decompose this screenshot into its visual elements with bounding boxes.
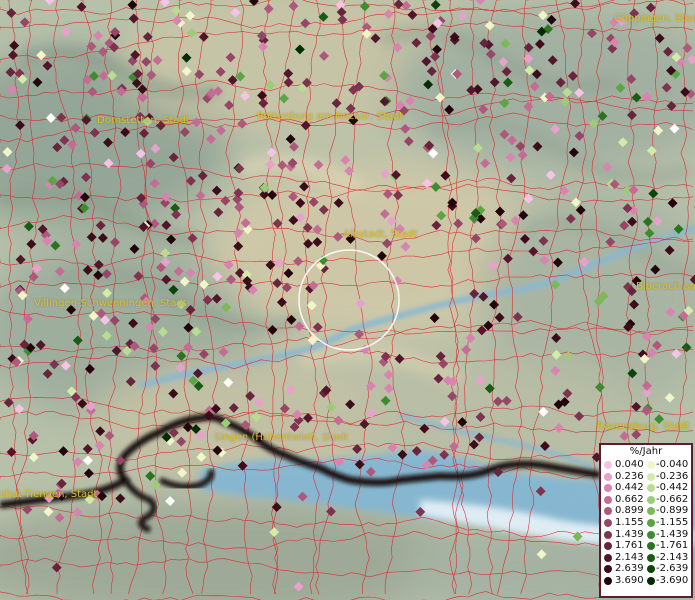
legend-swatch-positive (604, 472, 612, 481)
legend-value-positive: 0.040 (615, 459, 644, 470)
legend-value-positive: 0.442 (615, 482, 644, 494)
legend-value-positive: 0.236 (615, 470, 644, 482)
legend-value-positive: 2.143 (615, 551, 644, 563)
legend-swatch-positive (604, 495, 612, 504)
city-label-biberach[interactable]: Biberach an (636, 281, 695, 292)
legend-value-negative: -2.639 (656, 563, 689, 575)
legend-row: 0.040 -0.040 (601, 459, 691, 471)
legend-value-positive: 0.899 (615, 505, 644, 517)
city-label-rottenburg[interactable]: Rottenburg am Neckar, Stadt (257, 111, 403, 122)
legend-row: 2.143 -2.143 (601, 552, 691, 564)
legend-title: %/Jahr (629, 446, 663, 457)
city-label-goeppingen[interactable]: Göppingen, Stadt (614, 13, 695, 24)
legend-row: 0.236 -0.236 (601, 471, 691, 483)
legend-row: 0.442 -0.442 (601, 482, 691, 494)
legend-swatch-positive (604, 507, 612, 516)
legend-swatch-negative (647, 519, 655, 527)
legend-value-negative: -0.236 (656, 470, 689, 482)
legend-value-positive: 1.155 (615, 517, 644, 528)
legend-swatch-positive (604, 553, 612, 562)
legend-swatch-negative (647, 507, 655, 516)
legend-swatch-positive (604, 565, 612, 574)
legend-swatch-negative (647, 495, 655, 504)
legend-swatch-negative (647, 553, 655, 562)
legend-value-negative: -0.662 (656, 493, 689, 505)
city-label-singen[interactable]: Singen (Hohentwiel), Stadt (214, 432, 349, 443)
legend-value-positive: 2.639 (615, 563, 644, 575)
legend-value-positive: 1.761 (615, 540, 644, 552)
city-label-albstadt[interactable]: Albstadt, Stadt (343, 229, 418, 240)
legend-swatch-negative (647, 577, 655, 585)
legend-swatch-positive (604, 542, 612, 551)
legend-swatch-negative (647, 530, 655, 539)
legend-value-negative: -3.690 (656, 575, 689, 586)
legend-swatch-negative (647, 565, 655, 574)
legend-swatch-positive (604, 461, 612, 469)
legend-row: 1.155 -1.155 (601, 517, 691, 529)
legend-value-negative: -1.439 (656, 528, 689, 540)
legend: %/Jahr 0.040 -0.040 0.236 -0.236 0.442 -0.442… (599, 443, 693, 598)
legend-swatch-negative (647, 461, 655, 469)
legend-swatch-negative (647, 472, 655, 481)
city-label-villingen[interactable]: Villingen-Schwenningen, Stadt (34, 298, 187, 309)
legend-value-negative: -0.899 (656, 505, 689, 517)
legend-value-negative: -1.155 (656, 517, 689, 528)
legend-swatch-negative (647, 542, 655, 551)
legend-value-positive: 3.690 (615, 575, 644, 586)
city-label-dornstetten[interactable]: Dornstetten, Stadt (97, 115, 190, 126)
legend-swatch-positive (604, 519, 612, 527)
legend-swatch-positive (604, 484, 612, 493)
legend-row: 2.639 -2.639 (601, 563, 691, 575)
legend-value-positive: 0.662 (615, 493, 644, 505)
legend-value-negative: -2.143 (656, 551, 689, 563)
legend-value-negative: -0.442 (656, 482, 689, 494)
city-label-tiengen[interactable]: shut-Tiengen, Stadt (0, 489, 97, 500)
legend-row: 1.761 -1.761 (601, 540, 691, 552)
legend-row: 3.690 -3.690 (601, 575, 691, 587)
legend-row: 0.662 -0.662 (601, 494, 691, 506)
legend-value-positive: 1.439 (615, 528, 644, 540)
legend-swatch-negative (647, 484, 655, 493)
legend-swatch-positive (604, 530, 612, 539)
legend-row: 1.439 -1.439 (601, 529, 691, 541)
legend-swatch-positive (604, 577, 612, 585)
legend-row: 0.899 -0.899 (601, 505, 691, 517)
city-label-ravensburg[interactable]: Ravensburg, Stadt (597, 421, 689, 432)
legend-value-negative: -1.761 (656, 540, 689, 552)
legend-value-negative: -0.040 (656, 459, 689, 470)
